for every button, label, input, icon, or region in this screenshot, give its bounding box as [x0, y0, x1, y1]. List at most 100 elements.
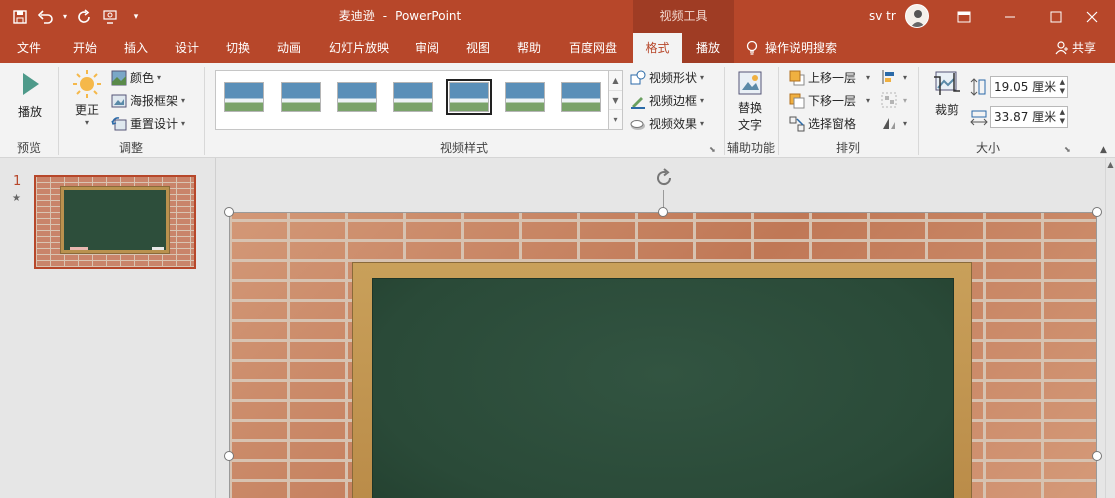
video-effects-label: 视频效果 [649, 117, 698, 131]
width-value: 33.87 厘米 [994, 110, 1057, 124]
rotate-button[interactable]: ▾ [881, 115, 907, 131]
tab-view[interactable]: 视图 [457, 33, 499, 63]
align-icon [882, 70, 894, 84]
crop-icon [934, 71, 960, 95]
rotate-handle-icon[interactable] [652, 166, 676, 193]
video-border-button[interactable]: 视频边框 ▾ [630, 92, 704, 109]
ribbon-tabs: 文件 开始 插入 设计 切换 动画 幻灯片放映 审阅 视图 帮助 百度网盘 格式… [0, 33, 1115, 63]
group-label-size: 大小 [975, 141, 1000, 155]
video-style-option[interactable] [337, 82, 377, 112]
vertical-scrollbar[interactable]: ▲ [1105, 158, 1115, 498]
alt-text-icon [738, 71, 762, 95]
gallery-scroll-up-icon[interactable]: ▲ [609, 71, 622, 91]
group-label-preview: 预览 [16, 141, 41, 155]
selection-pane-icon [789, 116, 805, 131]
dialog-launcher-icon[interactable]: ⬊ [709, 145, 716, 154]
tab-baidu-netdisk[interactable]: 百度网盘 [561, 33, 625, 63]
video-style-option-selected[interactable] [446, 79, 492, 115]
tab-format[interactable]: 格式 [633, 33, 682, 63]
resize-handle-right[interactable] [1092, 451, 1102, 461]
alt-text-button[interactable]: 替换 文字 [730, 69, 770, 133]
video-style-option[interactable] [561, 82, 601, 112]
group-label-video-styles: 视频样式 [439, 141, 488, 155]
gallery-more-icon[interactable]: ▾ [609, 110, 622, 129]
height-value: 19.05 厘米 [994, 80, 1057, 94]
sun-icon [73, 70, 101, 98]
lightbulb-icon [746, 40, 758, 55]
selection-pane-button[interactable]: 选择窗格 [789, 115, 856, 132]
reset-design-label: 重置设计 [130, 117, 179, 131]
color-button[interactable]: 颜色 ▾ [111, 69, 161, 86]
corrections-label: 更正 [74, 103, 99, 117]
crop-label: 裁剪 [934, 103, 959, 117]
title-bar: ▾ ▾ 麦迪逊 - PowerPoint 视频工具 sv tr [0, 0, 1115, 33]
alt-text-label-1: 替换 [737, 101, 762, 115]
selection-border [229, 212, 1097, 498]
rotate-icon [883, 118, 895, 129]
width-icon [970, 110, 988, 129]
pen-icon [631, 96, 645, 109]
video-style-option[interactable] [393, 82, 433, 112]
user-name[interactable]: sv tr [869, 0, 896, 33]
resize-handle-top-left[interactable] [224, 207, 234, 217]
play-icon [23, 73, 39, 95]
reset-design-icon [111, 116, 127, 130]
crop-button[interactable]: 裁剪 [928, 69, 966, 118]
poster-frame-label: 海报框架 [130, 94, 179, 108]
tab-design[interactable]: 设计 [166, 33, 208, 63]
size-dialog-launcher-icon[interactable]: ⬊ [1064, 145, 1071, 154]
ribbon: 播放 预览 更正 ▾ 颜色 ▾ 海报框架 ▾ 重置设计 ▾ 调整 ▲ ▼ ▾ 视频形状… [0, 63, 1115, 158]
minimize-icon[interactable] [987, 0, 1033, 33]
video-shape-label: 视频形状 [649, 71, 698, 85]
bring-forward-button[interactable]: 上移一层 ▾ [789, 69, 870, 86]
collapse-ribbon-icon[interactable]: ▲ [1100, 145, 1107, 155]
tab-transitions[interactable]: 切换 [217, 33, 259, 63]
height-spinner[interactable]: ▲ ▼ [1060, 78, 1065, 96]
avatar[interactable] [905, 4, 929, 28]
resize-handle-top[interactable] [658, 207, 668, 217]
tab-playback[interactable]: 播放 [688, 33, 728, 63]
width-input[interactable]: 33.87 厘米 ▲ ▼ [990, 106, 1068, 128]
video-style-option[interactable] [224, 82, 264, 112]
group-objects-icon [881, 92, 897, 108]
height-input[interactable]: 19.05 厘米 ▲ ▼ [990, 76, 1068, 98]
alt-text-label-2: 文字 [737, 118, 762, 132]
send-backward-label: 下移一层 [808, 94, 857, 108]
scroll-up-icon[interactable]: ▲ [1106, 160, 1115, 169]
slide-thumbnail[interactable] [34, 175, 196, 269]
play-button[interactable]: 播放 [10, 71, 50, 120]
resize-handle-left[interactable] [224, 451, 234, 461]
tab-review[interactable]: 审阅 [406, 33, 448, 63]
height-icon [970, 78, 986, 99]
video-effects-button[interactable]: 视频效果 ▾ [630, 115, 704, 132]
video-style-option[interactable] [505, 82, 545, 112]
send-backward-button[interactable]: 下移一层 ▾ [789, 92, 870, 109]
tell-me-search[interactable]: 操作说明搜索 [745, 33, 855, 63]
video-style-option[interactable] [281, 82, 321, 112]
ribbon-display-options-icon[interactable] [941, 0, 987, 33]
reset-design-button[interactable]: 重置设计 ▾ [111, 115, 185, 132]
corrections-button[interactable]: 更正 ▾ [67, 69, 107, 127]
tab-file[interactable]: 文件 [7, 33, 51, 63]
tab-help[interactable]: 帮助 [508, 33, 550, 63]
gallery-scroll[interactable]: ▲ ▼ ▾ [608, 70, 623, 130]
color-icon [111, 70, 127, 85]
tab-slideshow[interactable]: 幻灯片放映 [319, 33, 399, 63]
video-shape-button[interactable]: 视频形状 ▾ [630, 69, 704, 86]
poster-frame-icon [111, 94, 127, 107]
poster-frame-button[interactable]: 海报框架 ▾ [111, 92, 185, 109]
close-icon[interactable] [1069, 0, 1115, 33]
tab-animations[interactable]: 动画 [268, 33, 310, 63]
color-label: 颜色 [130, 71, 155, 85]
group-objects-button[interactable]: ▾ [881, 92, 907, 108]
gallery-scroll-down-icon[interactable]: ▼ [609, 91, 622, 111]
animation-star-icon: ★ [12, 193, 21, 204]
resize-handle-top-right[interactable] [1092, 207, 1102, 217]
width-spinner[interactable]: ▲ ▼ [1060, 108, 1065, 126]
tab-home[interactable]: 开始 [64, 33, 106, 63]
person-icon [1055, 41, 1068, 55]
share-button[interactable]: 共享 [1055, 33, 1107, 63]
tab-insert[interactable]: 插入 [115, 33, 157, 63]
slide-number: 1 [13, 174, 22, 189]
align-button[interactable]: ▾ [881, 69, 907, 85]
